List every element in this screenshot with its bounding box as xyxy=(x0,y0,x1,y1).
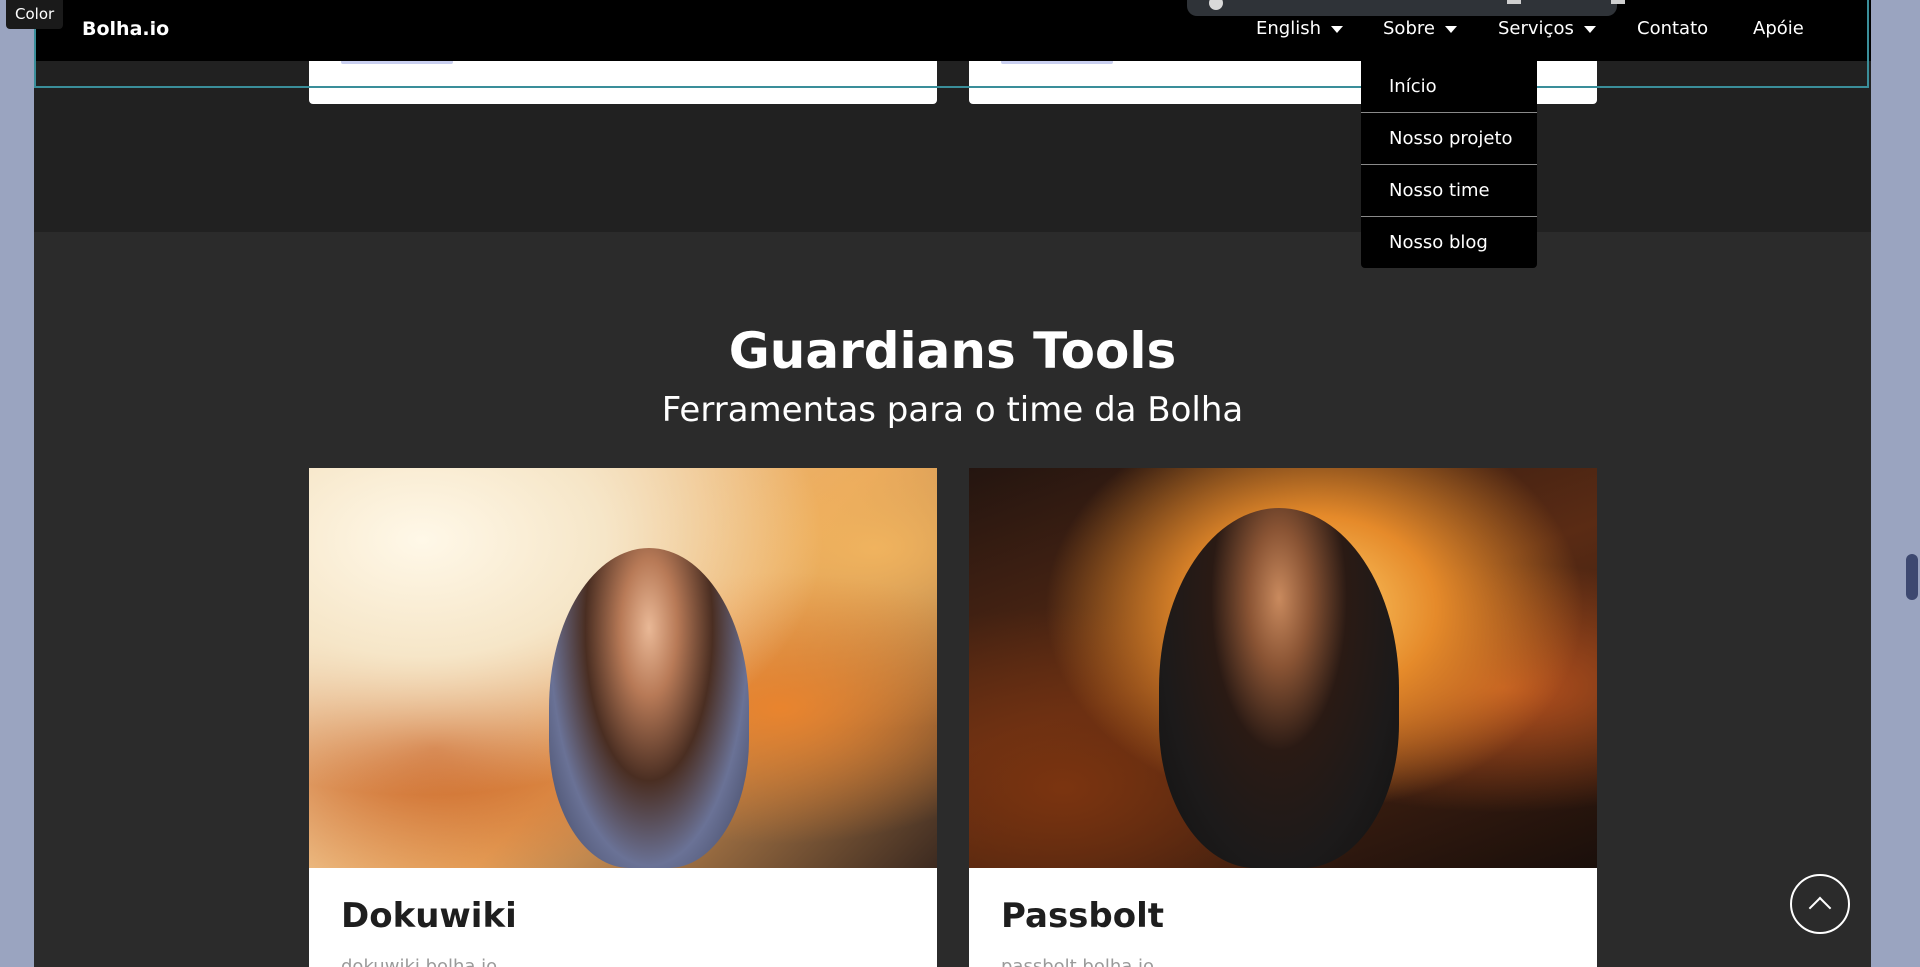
card-subtitle: passbolt.bolha.io xyxy=(1001,956,1155,967)
nav-servicos[interactable]: Serviços xyxy=(1498,18,1596,39)
dropdown-item-nosso-projeto[interactable]: Nosso projeto xyxy=(1361,113,1537,165)
caret-down-icon xyxy=(1444,26,1457,33)
card-illustration xyxy=(969,468,1597,868)
toolbar-handle-icon[interactable] xyxy=(1209,0,1223,10)
section-title: Guardians Tools xyxy=(728,322,1177,380)
card-subtitle: dokuwiki.bolha.io xyxy=(341,956,498,967)
toolbar-button-icon[interactable] xyxy=(1611,0,1625,4)
nav-sobre-label: Sobre xyxy=(1383,18,1435,39)
tool-card-dokuwiki[interactable]: Dokuwiki dokuwiki.bolha.io xyxy=(309,468,937,967)
card-title: Passbolt xyxy=(1001,896,1165,936)
color-tooltip: Color xyxy=(6,0,64,29)
nav-contato[interactable]: Contato xyxy=(1637,18,1708,39)
nav-sobre[interactable]: Sobre xyxy=(1383,18,1457,39)
nav-apoie[interactable]: Apóie xyxy=(1753,18,1804,39)
brand-logo[interactable]: Bolha.io xyxy=(82,18,169,40)
dropdown-item-nosso-blog[interactable]: Nosso blog xyxy=(1361,217,1537,268)
toolbar-button-icon[interactable] xyxy=(1507,0,1521,4)
chevron-up-icon xyxy=(1808,896,1832,920)
page-scrollbar-thumb[interactable] xyxy=(1906,554,1918,600)
scroll-to-top-button[interactable] xyxy=(1790,874,1850,934)
caret-down-icon xyxy=(1331,26,1343,33)
nav-language[interactable]: English xyxy=(1256,18,1343,39)
caret-down-icon xyxy=(1583,26,1596,33)
nav-apoie-label: Apóie xyxy=(1753,18,1804,39)
nav-contato-label: Contato xyxy=(1637,18,1709,39)
editor-toolbar xyxy=(1187,0,1625,16)
section-subtitle: Ferramentas para o time da Bolha xyxy=(661,390,1244,430)
card-title: Dokuwiki xyxy=(341,896,517,936)
card-illustration xyxy=(309,468,937,868)
page-canvas: Bolha.io English Sobre Serviços Contato … xyxy=(34,0,1871,967)
dropdown-item-nosso-time[interactable]: Nosso time xyxy=(1361,165,1537,217)
tool-card-passbolt[interactable]: Passbolt passbolt.bolha.io xyxy=(969,468,1597,967)
dropdown-item-inicio[interactable]: Início xyxy=(1361,61,1537,113)
nav-language-label: English xyxy=(1256,18,1321,39)
sobre-dropdown-menu: Início Nosso projeto Nosso time Nosso bl… xyxy=(1361,61,1537,268)
nav-servicos-label: Serviços xyxy=(1498,18,1574,39)
